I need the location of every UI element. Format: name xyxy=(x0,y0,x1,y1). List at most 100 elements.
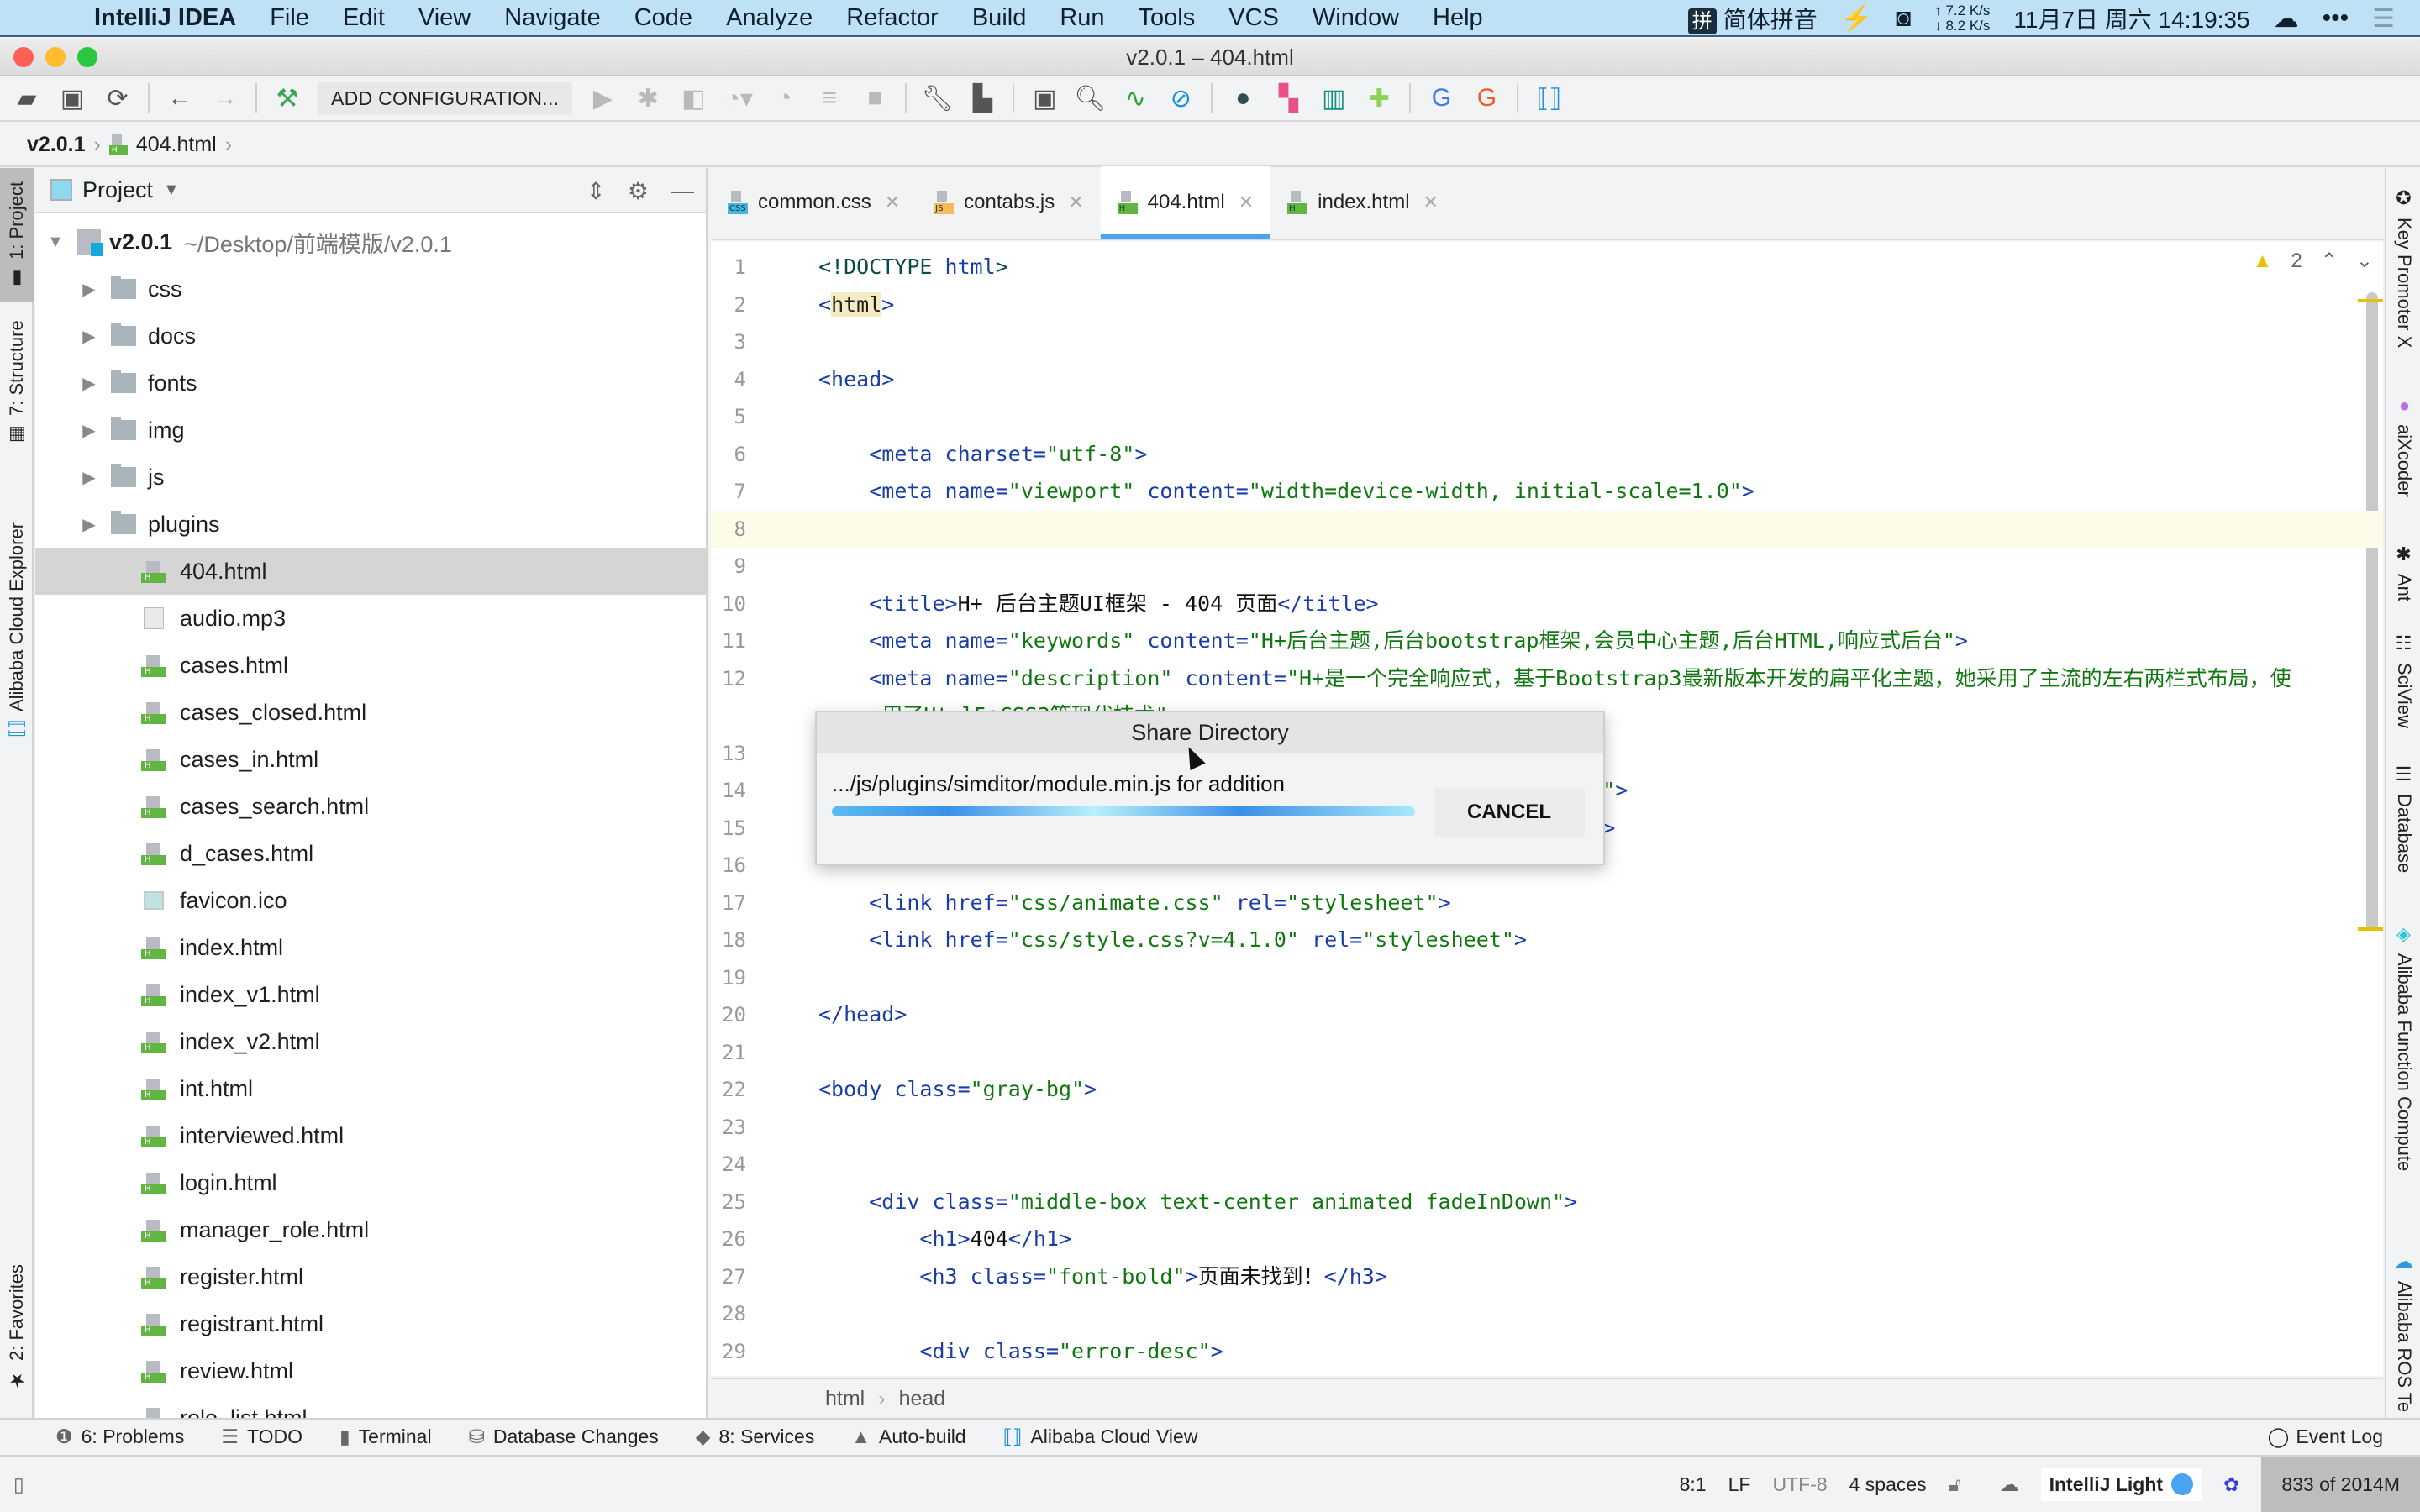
notification-center-icon[interactable]: ☰ xyxy=(2372,4,2395,34)
attach-profiler-icon[interactable]: ◔ xyxy=(769,83,799,113)
back-icon[interactable]: ← xyxy=(165,83,195,113)
tool-window-favorites[interactable]: ★ 2: Favorites xyxy=(0,1252,34,1403)
menu-help[interactable]: Help xyxy=(1433,4,1483,32)
editor-crumb-html[interactable]: html xyxy=(825,1387,865,1411)
expand-arrow-icon[interactable]: ▶ xyxy=(79,420,99,441)
tree-file[interactable]: H 404.html xyxy=(35,548,706,595)
breadcrumb-file[interactable]: 404.html xyxy=(136,133,217,157)
tree-file[interactable]: Hint.html xyxy=(35,1065,706,1112)
sync-icon[interactable]: ⟳ xyxy=(103,83,133,113)
tree-folder[interactable]: ▶ docs xyxy=(35,312,706,360)
terminal-window-icon[interactable]: ▣ xyxy=(1029,83,1060,113)
lock-icon[interactable]: 🔓︎ xyxy=(1949,1473,1961,1496)
tree-root[interactable]: ▼ v2.0.1 ~/Desktop/前端模版/v2.0.1 xyxy=(35,218,706,265)
cloud-settings-icon[interactable]: ☁ xyxy=(2000,1473,2019,1496)
tree-file[interactable]: favicon.ico xyxy=(35,877,706,924)
minimize-window-button[interactable] xyxy=(45,47,66,67)
step-icon[interactable]: ≡ xyxy=(814,83,844,113)
expand-arrow-icon[interactable]: ▶ xyxy=(79,373,99,394)
theme-switcher[interactable]: IntelliJ Light xyxy=(2040,1467,2202,1501)
tree-file[interactable]: Hregistrant.html xyxy=(35,1300,706,1347)
cloud-upload-icon[interactable]: ☁ xyxy=(2274,4,2299,34)
plugin-layout-icon[interactable]: ▥ xyxy=(1318,83,1349,113)
tool-window-ros[interactable]: ☁ Alibaba ROS Te xyxy=(2386,1252,2420,1420)
menu-refactor[interactable]: Refactor xyxy=(846,4,939,32)
tree-file[interactable]: Hcases_search.html xyxy=(35,783,706,830)
menu-run[interactable]: Run xyxy=(1060,4,1104,32)
chevron-down-icon[interactable]: ▼ xyxy=(163,181,180,200)
power-save-icon[interactable]: ⊘ xyxy=(1165,83,1196,113)
tool-window-alibaba-cloud-view[interactable]: ⟦⟧ Alibaba Cloud View xyxy=(1003,1425,1198,1448)
alibaba-cloud-icon[interactable]: ⟦⟧ xyxy=(1534,83,1564,113)
tree-file[interactable]: Hregister.html xyxy=(35,1253,706,1300)
editor-tab[interactable]: JS contabs.js ✕ xyxy=(917,166,1101,239)
line-separator[interactable]: LF xyxy=(1728,1473,1751,1496)
expand-arrow-icon[interactable]: ▼ xyxy=(45,233,66,252)
tree-file[interactable]: Hcases_closed.html xyxy=(35,689,706,736)
menu-view[interactable]: View xyxy=(418,4,471,32)
tool-window-database-changes[interactable]: ⛁ Database Changes xyxy=(469,1425,659,1448)
menu-analyze[interactable]: Analyze xyxy=(726,4,813,32)
close-tab-icon[interactable]: ✕ xyxy=(1239,192,1254,213)
menu-edit[interactable]: Edit xyxy=(343,4,385,32)
expand-arrow-icon[interactable]: ▶ xyxy=(79,514,99,535)
cancel-button[interactable]: CANCEL xyxy=(1434,788,1585,837)
menu-app-name[interactable]: IntelliJ IDEA xyxy=(94,4,236,32)
input-method[interactable]: 拼简体拼音 xyxy=(1687,2,1818,35)
breadcrumb-project[interactable]: v2.0.1 xyxy=(27,133,86,157)
save-icon[interactable]: ▣ xyxy=(57,83,87,113)
editor-tab[interactable]: Hindex.html ✕ xyxy=(1270,166,1455,239)
plugin-puzzle-icon[interactable]: ✚ xyxy=(1364,83,1394,113)
build-hammer-icon[interactable]: ⚒ xyxy=(272,83,302,113)
tree-file[interactable]: Hd_cases.html xyxy=(35,830,706,877)
menu-code[interactable]: Code xyxy=(634,4,692,32)
caret-position[interactable]: 8:1 xyxy=(1680,1473,1707,1496)
tool-window-ant[interactable]: ✱ Ant xyxy=(2386,544,2420,612)
menu-build[interactable]: Build xyxy=(972,4,1027,32)
close-tab-icon[interactable]: ✕ xyxy=(1423,192,1439,213)
expand-arrow-icon[interactable]: ▶ xyxy=(79,279,99,300)
plugin-palette-icon[interactable]: ▚ xyxy=(1273,83,1303,113)
forward-icon[interactable]: → xyxy=(210,83,240,113)
debug-icon[interactable]: ✱ xyxy=(633,83,663,113)
activity-monitor-icon[interactable]: ∿ xyxy=(1120,83,1150,113)
tool-window-8-services[interactable]: ◆ 8: Services xyxy=(696,1425,814,1448)
zoom-window-button[interactable] xyxy=(77,47,97,67)
editor-tab[interactable]: H 404.html ✕ xyxy=(1100,166,1271,239)
tree-file[interactable]: Hreview.html xyxy=(35,1347,706,1394)
menu-navigate[interactable]: Navigate xyxy=(504,4,600,32)
add-configuration-button[interactable]: ADD CONFIGURATION... xyxy=(318,81,573,115)
tool-window-project[interactable]: ▮ 1: Project xyxy=(0,168,34,302)
tree-folder[interactable]: ▶ img xyxy=(35,407,706,454)
collapse-all-icon[interactable]: ⇕ xyxy=(586,177,605,205)
open-folder-icon[interactable]: ▰ xyxy=(12,83,42,113)
tree-file[interactable]: Hcases.html xyxy=(35,642,706,689)
editor-crumb-head[interactable]: head xyxy=(899,1387,946,1411)
tree-file[interactable]: Hcases_in.html xyxy=(35,736,706,783)
menu-window[interactable]: Window xyxy=(1313,4,1399,32)
tool-window-sciview[interactable]: ☷ SciView xyxy=(2386,633,2420,743)
run-icon[interactable]: ▶ xyxy=(587,83,618,113)
close-tab-icon[interactable]: ✕ xyxy=(1068,192,1083,213)
search-everywhere-icon[interactable]: 🔍︎ xyxy=(1074,83,1106,113)
settings-wrench-icon[interactable]: 🔧︎ xyxy=(921,83,953,113)
close-tab-icon[interactable]: ✕ xyxy=(885,192,900,213)
memory-indicator[interactable]: 833 of 2014M xyxy=(2261,1457,2420,1512)
expand-arrow-icon[interactable]: ▶ xyxy=(79,326,99,347)
tool-window-structure[interactable]: ▦ 7: Structure xyxy=(0,316,34,450)
menu-file[interactable]: File xyxy=(270,4,309,32)
tree-file[interactable]: Hlogin.html xyxy=(35,1159,706,1206)
menu-tools[interactable]: Tools xyxy=(1139,4,1196,32)
editor-tab[interactable]: CSS common.css ✕ xyxy=(711,166,917,239)
tree-folder[interactable]: ▶ js xyxy=(35,454,706,501)
tree-file[interactable]: Hindex_v2.html xyxy=(35,1018,706,1065)
tool-window-auto-build[interactable]: ▲ Auto-build xyxy=(851,1425,965,1448)
tree-file[interactable]: Hindex_v1.html xyxy=(35,971,706,1018)
profile-icon[interactable]: ◔▾ xyxy=(723,83,754,113)
show-panels-icon[interactable]: ▯ xyxy=(13,1473,24,1496)
tool-window-database[interactable]: ☰ Database xyxy=(2386,764,2420,882)
tool-window-key-promoter[interactable]: ✪ Key Promoter X xyxy=(2386,188,2420,356)
tool-window-aixcoder[interactable]: ● aiXcoder xyxy=(2386,395,2420,521)
close-window-button[interactable] xyxy=(13,47,34,67)
clock[interactable]: 11月7日 周六 14:19:35 xyxy=(2013,2,2249,35)
